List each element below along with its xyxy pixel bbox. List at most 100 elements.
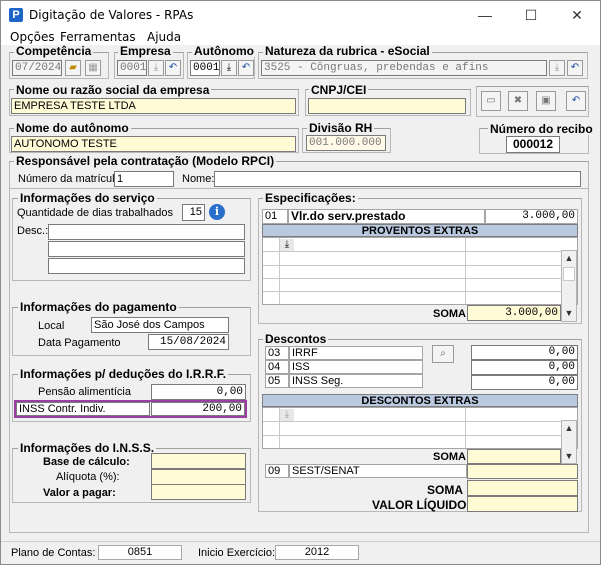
irrf-value[interactable]: 0,00 bbox=[471, 345, 578, 360]
undo-icon[interactable]: ↶ bbox=[165, 60, 181, 76]
calendar-icon[interactable]: ▦ bbox=[85, 60, 101, 76]
divisao-rh-label: Divisão RH bbox=[307, 121, 375, 135]
cnpj-label: CNPJ/CEI bbox=[309, 83, 369, 97]
undo-icon[interactable]: ↶ bbox=[567, 60, 583, 76]
download-icon[interactable]: ⤓ bbox=[221, 60, 237, 76]
data-pagamento-label: Data Pagamento bbox=[38, 337, 121, 349]
save-icon[interactable]: ▣ bbox=[536, 91, 556, 111]
inss-contr-field[interactable]: 200,00 bbox=[151, 402, 245, 416]
desc-line-1[interactable] bbox=[48, 224, 245, 240]
nome-autonomo-label: Nome do autônomo bbox=[14, 121, 131, 135]
nome-responsavel-field[interactable] bbox=[214, 171, 581, 187]
scroll-down-icon[interactable]: ▼ bbox=[562, 449, 576, 463]
download-icon[interactable]: ⤓ bbox=[549, 60, 565, 76]
valor-pagar-label: Valor a pagar: bbox=[43, 487, 116, 499]
close-button[interactable]: ✕ bbox=[554, 1, 600, 29]
download-icon[interactable]: ⤓ bbox=[148, 60, 164, 76]
menu-bar: Opções Ferramentas Ajuda bbox=[1, 29, 600, 45]
dias-label: Quantidade de dias trabalhados bbox=[17, 207, 173, 219]
menu-ferramentas[interactable]: Ferramentas bbox=[60, 29, 136, 45]
inss-seg-value[interactable]: 0,00 bbox=[471, 375, 578, 390]
inicio-exercicio-value: 2012 bbox=[275, 545, 359, 560]
pensao-field[interactable]: 0,00 bbox=[151, 384, 246, 400]
empresa-field[interactable]: 0001 bbox=[117, 60, 147, 76]
vlr-code: 01 bbox=[262, 209, 288, 224]
irrf-code: 03 bbox=[265, 346, 289, 360]
maximize-button[interactable]: ☐ bbox=[508, 1, 554, 29]
aliquota-field[interactable] bbox=[151, 469, 246, 485]
desc-label: Desc.: bbox=[17, 225, 49, 237]
responsavel-label: Responsável pela contratação (Modelo RPC… bbox=[14, 154, 277, 168]
vlr-desc: Vlr.do serv.prestado bbox=[288, 209, 485, 224]
desc-line-2[interactable] bbox=[48, 241, 245, 257]
autonomo-label: Autônomo bbox=[192, 44, 256, 58]
data-pagamento-field[interactable]: 15/08/2024 bbox=[148, 334, 229, 350]
iss-name: ISS bbox=[289, 360, 423, 374]
undo-icon[interactable]: ↶ bbox=[238, 60, 254, 76]
valor-liquido-field bbox=[467, 496, 578, 512]
razao-social-label: Nome ou razão social da empresa bbox=[14, 83, 212, 97]
empresa-label: Empresa bbox=[118, 44, 173, 58]
autonomo-field[interactable]: 0001 bbox=[190, 60, 220, 76]
sest-code: 09 bbox=[265, 464, 289, 478]
irrf-name: IRRF bbox=[289, 346, 423, 360]
new-document-icon[interactable]: ▭ bbox=[481, 91, 501, 111]
pagamento-label: Informações do pagamento bbox=[18, 300, 179, 314]
descontos-label: Descontos bbox=[263, 332, 329, 346]
recibo-field[interactable]: 000012 bbox=[506, 136, 560, 153]
inss-contr-label: INSS Contr. Indiv. bbox=[16, 402, 150, 416]
descontos-soma-field bbox=[467, 449, 561, 464]
divisao-rh-field[interactable]: 001.000.000 bbox=[306, 135, 386, 151]
dias-field[interactable]: 15 bbox=[182, 204, 205, 221]
window-title: Digitação de Valores - RPAs bbox=[29, 8, 194, 22]
competencia-field[interactable]: 07/2024 bbox=[12, 60, 62, 76]
proventos-header: PROVENTOS EXTRAS bbox=[262, 224, 578, 237]
matricula-field[interactable]: 1 bbox=[114, 171, 174, 187]
especificacoes-label: Especificações: bbox=[263, 191, 358, 205]
cnpj-field[interactable] bbox=[308, 98, 466, 114]
sest-value[interactable] bbox=[467, 464, 578, 479]
desc-line-3[interactable] bbox=[48, 258, 245, 274]
iss-value[interactable]: 0,00 bbox=[471, 360, 578, 375]
total-soma-label: SOMA bbox=[427, 483, 463, 497]
rpa-window: P Digitação de Valores - RPAs — ☐ ✕ Opçõ… bbox=[0, 0, 601, 565]
scroll-down-icon[interactable]: ▼ bbox=[562, 306, 576, 320]
info-icon[interactable]: i bbox=[209, 204, 225, 220]
pensao-label: Pensão alimentícia bbox=[38, 386, 131, 398]
scroll-thumb[interactable] bbox=[563, 267, 575, 281]
magnifier-icon[interactable]: ⌕ bbox=[432, 345, 454, 363]
base-calculo-field[interactable] bbox=[151, 453, 246, 469]
iss-code: 04 bbox=[265, 360, 289, 374]
local-label: Local bbox=[38, 320, 65, 332]
scroll-up-icon[interactable]: ▲ bbox=[562, 421, 576, 435]
natureza-field[interactable]: 3525 - Côngruas, prebendas e afins bbox=[261, 60, 547, 76]
razao-social-field[interactable]: EMPRESA TESTE LTDA bbox=[11, 98, 296, 114]
valor-liquido-label: VALOR LÍQUIDO bbox=[372, 498, 467, 512]
undo-icon[interactable]: ↶ bbox=[566, 91, 586, 111]
inss-seg-code: 05 bbox=[265, 374, 289, 388]
folder-icon[interactable]: ▰ bbox=[65, 60, 81, 76]
download-icon[interactable]: ⤓ bbox=[280, 239, 294, 251]
menu-opcoes[interactable]: Opções bbox=[10, 29, 55, 45]
recibo-label: Número do recibo bbox=[488, 122, 595, 136]
matricula-label: Número da matrícula: bbox=[18, 173, 124, 185]
base-calculo-label: Base de cálculo: bbox=[43, 456, 130, 468]
scroll-up-icon[interactable]: ▲ bbox=[562, 251, 576, 265]
trash-icon[interactable]: ✖ bbox=[508, 91, 528, 111]
nome-autonomo-field[interactable]: AUTONOMO TESTE bbox=[11, 136, 296, 152]
vlr-value[interactable]: 3.000,00 bbox=[485, 209, 578, 224]
competencia-label: Competência bbox=[14, 44, 94, 58]
minimize-button[interactable]: — bbox=[462, 1, 508, 29]
valor-pagar-field[interactable] bbox=[151, 484, 246, 500]
inss-seg-name: INSS Seg. bbox=[289, 374, 423, 388]
proventos-soma-field: 3.000,00 bbox=[467, 305, 561, 321]
status-bar: Plano de Contas: 0851 Inicio Exercício: … bbox=[1, 541, 600, 564]
descontos-extras-header: DESCONTOS EXTRAS bbox=[262, 394, 578, 407]
descontos-extras-grid[interactable]: ⤓ bbox=[262, 407, 578, 449]
proventos-grid[interactable]: ⤓ bbox=[262, 237, 578, 305]
title-bar: P Digitação de Valores - RPAs — ☐ ✕ bbox=[1, 1, 600, 29]
menu-ajuda[interactable]: Ajuda bbox=[147, 29, 181, 45]
local-field[interactable]: São José dos Campos bbox=[91, 317, 229, 333]
download-icon[interactable]: ⤓ bbox=[280, 409, 294, 421]
servico-label: Informações do serviço bbox=[18, 191, 157, 205]
